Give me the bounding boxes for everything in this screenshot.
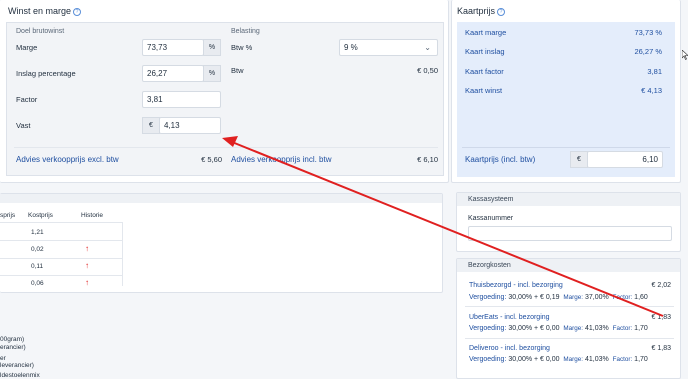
annotation-arrow: [222, 136, 664, 317]
annotation-arrow-head: [222, 136, 238, 147]
annotation-arrow-line: [231, 141, 664, 317]
